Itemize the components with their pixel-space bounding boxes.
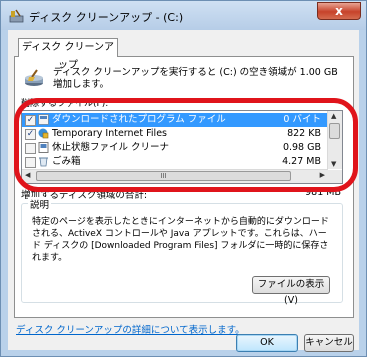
disk-cleanup-window: ディスク クリーンアップ - (C:) x ディスク クリーンアップ ディスク … <box>0 0 367 357</box>
window-title: ディスク クリーンアップ - (C:) <box>29 11 184 24</box>
checkbox[interactable]: ✓ <box>25 129 36 140</box>
internet-lock-icon <box>38 128 49 139</box>
check-icon: ✓ <box>26 115 35 125</box>
checkbox[interactable]: ✓ <box>25 115 36 126</box>
dialog-client-area: ディスク クリーンアップ ディスク クリーンアップを実行すると (C:) の空き… <box>8 30 359 352</box>
files-listbox[interactable]: ✓ ダウンロードされたプログラム ファイル 0 バイト ✓ Temporary … <box>21 110 343 184</box>
item-name: ごみ箱 <box>52 156 81 167</box>
view-files-button[interactable]: ファイルの表示(V) <box>252 276 330 306</box>
vertical-scroll-thumb[interactable] <box>329 123 340 139</box>
item-size: 4.27 MB <box>282 156 321 167</box>
scrollbar-corner <box>328 170 342 183</box>
files-to-delete-label: 削除するファイル(F): <box>21 99 109 109</box>
description-group: 説明 特定のページを表示したときにインターネットから自動的にダウンロードされる、… <box>21 197 343 306</box>
scroll-down-icon[interactable]: ▼ <box>331 160 336 168</box>
list-item[interactable]: ごみ箱 4.27 MB <box>22 155 327 169</box>
description-group-title: 説明 <box>28 197 52 211</box>
cancel-button[interactable]: キャンセル <box>304 334 354 352</box>
tab-panel: ディスク クリーンアップを実行すると (C:) の空き領域が 1.00 GB 増… <box>14 56 354 318</box>
list-item[interactable]: 休止状態ファイル クリーナ 0.98 GB <box>22 141 327 155</box>
ok-button[interactable]: OK <box>236 334 298 352</box>
total-space-value: 981 MB <box>305 187 341 198</box>
item-name: ダウンロードされたプログラム ファイル <box>52 114 226 125</box>
title-bar[interactable]: ディスク クリーンアップ - (C:) x <box>1 1 366 30</box>
item-name: 休止状態ファイル クリーナ <box>52 142 170 153</box>
scroll-left-icon[interactable]: ◀ <box>25 171 30 179</box>
downloaded-programs-icon <box>38 114 49 125</box>
vertical-scrollbar[interactable]: ▲ ▼ <box>327 111 342 169</box>
item-size: 0.98 GB <box>282 142 321 153</box>
checkbox[interactable] <box>25 157 36 168</box>
tab-disk-cleanup[interactable]: ディスク クリーンアップ <box>18 38 118 71</box>
scroll-right-icon[interactable]: ▶ <box>320 171 325 179</box>
disk-cleanup-broom-icon <box>25 69 43 86</box>
description-group-body: 特定のページを表示したときにインターネットから自動的にダウンロードされる、Act… <box>32 217 329 263</box>
close-button[interactable]: x <box>317 2 361 20</box>
check-icon: ✓ <box>26 129 35 139</box>
details-link[interactable]: ディスク クリーンアップの詳細について表示します。 <box>16 322 245 336</box>
description-text: ディスク クリーンアップを実行すると (C:) の空き領域が 1.00 GB 増… <box>53 67 338 90</box>
hibernation-file-icon <box>38 142 49 153</box>
item-size: 0 バイト <box>283 114 321 125</box>
disk-cleanup-app-icon <box>9 9 24 23</box>
scroll-up-icon[interactable]: ▲ <box>331 112 336 120</box>
checkbox[interactable] <box>25 143 36 154</box>
item-name: Temporary Internet Files <box>52 128 167 139</box>
horizontal-scroll-thumb[interactable]: III <box>36 171 291 181</box>
close-icon: x <box>335 4 343 18</box>
horizontal-scrollbar[interactable]: ◀ III ▶ <box>22 169 328 183</box>
recycle-bin-icon <box>39 157 48 167</box>
list-item[interactable]: ✓ ダウンロードされたプログラム ファイル 0 バイト <box>22 113 327 127</box>
item-size: 822 KB <box>287 128 321 139</box>
list-item[interactable]: ✓ Temporary Internet Files 822 KB <box>22 127 327 141</box>
